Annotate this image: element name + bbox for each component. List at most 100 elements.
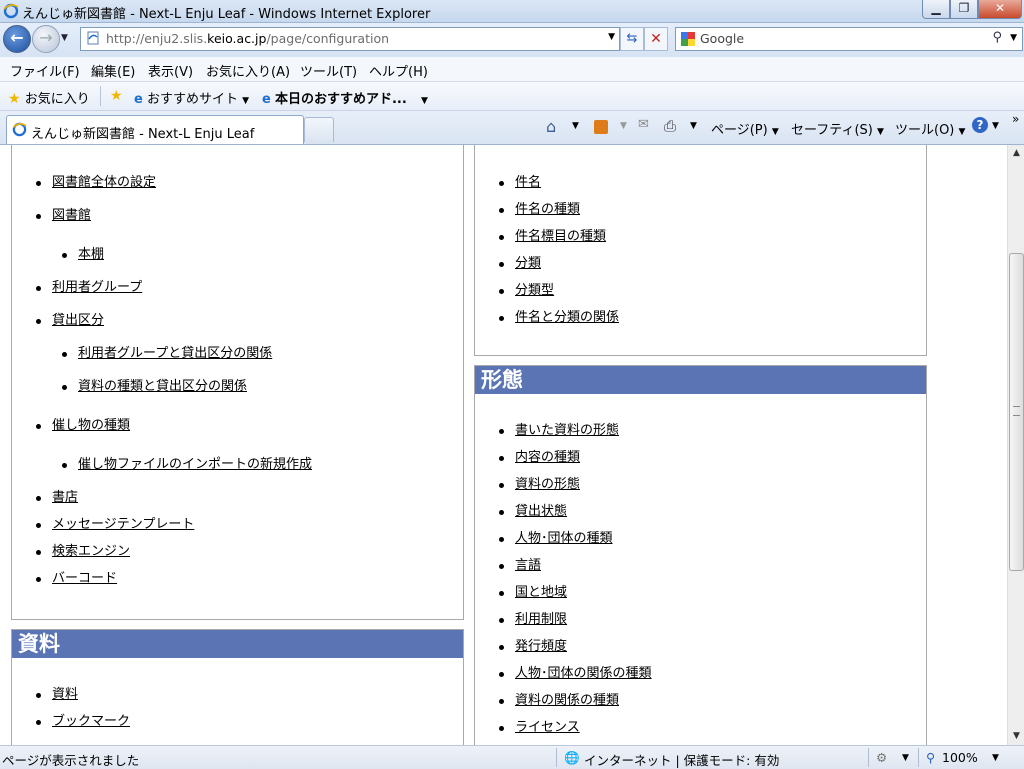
link-checkout-type[interactable]: 貸出区分: [52, 313, 104, 328]
help-icon[interactable]: ?: [972, 117, 988, 133]
zoom-level[interactable]: 100%: [942, 750, 978, 765]
subject-list: 件名 件名の種類 件名標目の種類 分類 分類型 件名と分類の関係: [499, 169, 619, 331]
list-item: 資料の関係の種類: [499, 687, 652, 714]
link-language[interactable]: 言語: [515, 558, 541, 573]
feeds-dropdown-icon[interactable]: ▼: [620, 121, 627, 131]
vertical-scrollbar[interactable]: ▲ ▼: [1007, 145, 1024, 745]
add-favorites-icon[interactable]: ★: [110, 88, 123, 104]
tools-menu[interactable]: ツール(O) ▼: [895, 119, 965, 138]
menu-favorites[interactable]: お気に入り(A): [206, 61, 290, 80]
favorites-button[interactable]: ★ お気に入り: [8, 88, 90, 107]
protected-mode-icon[interactable]: ⚙: [876, 750, 887, 765]
link-user-group[interactable]: 利用者グループ: [52, 280, 142, 295]
link-barcode[interactable]: バーコード: [52, 571, 117, 586]
link-search-engine[interactable]: 検索エンジン: [52, 544, 130, 559]
menu-tools[interactable]: ツール(T): [300, 61, 357, 80]
link-manifestation-relationship-type[interactable]: 資料の関係の種類: [515, 693, 619, 708]
link-circulation-status[interactable]: 貸出状態: [515, 504, 567, 519]
list-item: 書店: [36, 484, 312, 511]
link-subject-type[interactable]: 件名の種類: [515, 202, 580, 217]
scroll-down-icon[interactable]: ▼: [1008, 728, 1024, 745]
help-dropdown-icon[interactable]: ▼: [992, 121, 999, 131]
link-material-form[interactable]: 資料の形態: [515, 477, 580, 492]
page-menu[interactable]: ページ(P) ▼: [711, 119, 779, 138]
link-classification-type[interactable]: 分類型: [515, 283, 554, 298]
link-subject-heading-type[interactable]: 件名標目の種類: [515, 229, 606, 244]
link-user-group-checkout[interactable]: 利用者グループと貸出区分の関係: [78, 346, 272, 361]
recent-pages-dropdown-icon[interactable]: ▼: [61, 33, 68, 43]
link-materials[interactable]: 資料: [52, 687, 78, 702]
link-shelf[interactable]: 本棚: [78, 247, 104, 262]
list-item: 件名標目の種類: [499, 223, 619, 250]
new-tab-button[interactable]: [304, 117, 334, 142]
link-country[interactable]: 国と地域: [515, 585, 567, 600]
link-event-category[interactable]: 催し物の種類: [52, 418, 130, 433]
link-agent-type[interactable]: 人物･団体の種類: [515, 531, 613, 546]
menu-edit[interactable]: 編集(E): [91, 61, 135, 80]
close-window-button[interactable]: ✕: [978, 0, 1022, 19]
materials-list: 資料 ブックマーク: [36, 681, 130, 735]
print-icon[interactable]: ⎙: [664, 117, 676, 135]
link-use-restriction[interactable]: 利用制限: [515, 612, 567, 627]
address-bar[interactable]: http://enju2.slis.keio.ac.jp/page/config…: [80, 27, 620, 51]
link-license[interactable]: ライセンス: [515, 720, 580, 735]
mail-icon[interactable]: ✉: [638, 117, 649, 132]
menu-help[interactable]: ヘルプ(H): [369, 61, 428, 80]
link-carrier-type[interactable]: 書いた資料の形態: [515, 423, 619, 438]
web-slice-button[interactable]: e 本日のおすすめアド... ▼: [262, 88, 428, 107]
search-options-dropdown-icon[interactable]: ▼: [1010, 33, 1017, 43]
link-bookmark[interactable]: ブックマーク: [52, 714, 130, 729]
list-item: 利用者グループ: [36, 274, 312, 301]
link-event-import[interactable]: 催し物ファイルのインポートの新規作成: [78, 457, 312, 472]
materials-heading: 資料: [12, 630, 463, 658]
list-item: 催し物ファイルのインポートの新規作成: [62, 445, 312, 484]
scrollbar-thumb[interactable]: [1009, 253, 1024, 571]
link-content-type[interactable]: 内容の種類: [515, 450, 580, 465]
maximize-button[interactable]: ❐: [950, 0, 978, 19]
home-dropdown-icon[interactable]: ▼: [572, 121, 579, 131]
link-carrier-checkout[interactable]: 資料の種類と貸出区分の関係: [78, 379, 247, 394]
print-dropdown-icon[interactable]: ▼: [690, 121, 697, 131]
feeds-icon[interactable]: [594, 120, 608, 134]
left-settings-panel: 図書館全体の設定 図書館 本棚 利用者グループ 貸出区分 利用者グループと貸出区…: [11, 145, 464, 620]
list-item: 検索エンジン: [36, 538, 312, 565]
status-bar: ページが表示されました 🌐 インターネット | 保護モード: 有効 ⚙ ▼ ⚲ …: [0, 745, 1024, 769]
tab-current[interactable]: えんじゅ新図書館 - Next-L Enju Leaf: [6, 115, 304, 144]
minimize-button[interactable]: ▁: [922, 0, 950, 19]
library-settings-list: 図書館全体の設定 図書館 本棚 利用者グループ 貸出区分 利用者グループと貸出区…: [36, 169, 312, 592]
link-subject-classification[interactable]: 件名と分類の関係: [515, 310, 619, 325]
suggested-sites-button[interactable]: e おすすめサイト ▼: [134, 88, 249, 107]
link-library[interactable]: 図書館: [52, 208, 91, 223]
scroll-up-icon[interactable]: ▲: [1008, 145, 1024, 162]
forward-button[interactable]: →: [32, 25, 60, 53]
list-item: 件名と分類の関係: [499, 304, 619, 331]
link-frequency[interactable]: 発行頻度: [515, 639, 567, 654]
chevron-down-icon[interactable]: ▼: [902, 753, 909, 763]
home-icon[interactable]: ⌂: [546, 117, 556, 136]
list-item: ライセンス: [499, 714, 652, 741]
list-item: 人物･団体の関係の種類: [499, 660, 652, 687]
form-panel: 形態 書いた資料の形態 内容の種類 資料の形態 貸出状態 人物･団体の種類 言語…: [474, 365, 927, 745]
menu-view[interactable]: 表示(V): [148, 61, 193, 80]
refresh-icon[interactable]: ⇆: [620, 27, 644, 51]
stop-icon[interactable]: ✕: [644, 27, 668, 51]
address-dropdown-icon[interactable]: ▼: [608, 32, 615, 42]
search-icon[interactable]: ⚲: [992, 30, 1002, 45]
navigation-bar: ← → ▼ http://enju2.slis.keio.ac.jp/page/…: [0, 23, 1024, 57]
search-box[interactable]: Google ⚲ ▼: [675, 27, 1023, 51]
back-button[interactable]: ←: [3, 25, 31, 53]
menu-file[interactable]: ファイル(F): [10, 61, 80, 80]
zoom-dropdown-icon[interactable]: ▼: [992, 753, 999, 763]
list-item: 人物･団体の種類: [499, 525, 652, 552]
link-classification[interactable]: 分類: [515, 256, 541, 271]
link-message-template[interactable]: メッセージテンプレート: [52, 517, 194, 532]
safety-menu[interactable]: セーフティ(S) ▼: [791, 119, 884, 138]
link-bookstore[interactable]: 書店: [52, 490, 78, 505]
page-content: 図書館全体の設定 図書館 本棚 利用者グループ 貸出区分 利用者グループと貸出区…: [0, 145, 1007, 745]
security-zone[interactable]: インターネット | 保護モード: 有効: [584, 750, 779, 769]
toolbar-overflow-icon[interactable]: »: [1012, 112, 1019, 126]
link-library-settings[interactable]: 図書館全体の設定: [52, 175, 156, 190]
link-agent-relationship-type[interactable]: 人物･団体の関係の種類: [515, 666, 652, 681]
link-subject[interactable]: 件名: [515, 175, 541, 190]
window-title: えんじゅ新図書館 - Next-L Enju Leaf - Windows In…: [22, 7, 431, 22]
